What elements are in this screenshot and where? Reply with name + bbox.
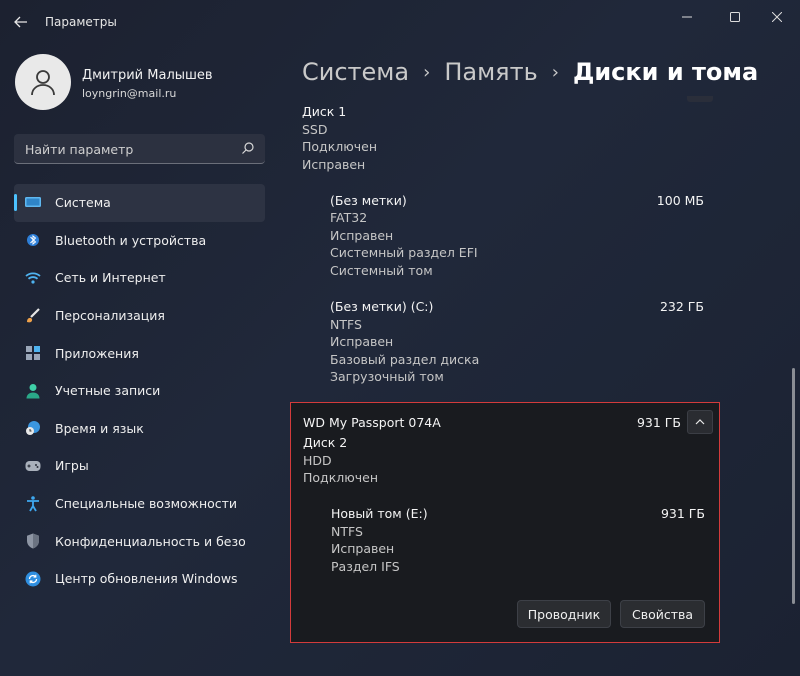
disks-volumes-list: Диск 1 SSD Подключен Исправен (Без метки… bbox=[290, 96, 790, 676]
active-indicator bbox=[14, 194, 17, 211]
disk2-card: WD My Passport 074A 931 ГБ Диск 2 HDD По… bbox=[290, 402, 720, 643]
sidebar-item-accessibility[interactable]: Специальные возможности bbox=[14, 485, 265, 523]
accessibility-icon bbox=[25, 495, 41, 512]
title-bar: Параметры bbox=[0, 0, 800, 44]
sidebar-item-gaming[interactable]: Игры bbox=[14, 447, 265, 485]
sidebar-item-label: Система bbox=[55, 195, 111, 211]
sidebar-item-label: Учетные записи bbox=[55, 383, 161, 399]
volume-filesystem: NTFS bbox=[331, 524, 363, 539]
brush-icon bbox=[25, 307, 41, 324]
close-icon bbox=[772, 12, 782, 22]
bluetooth-icon bbox=[25, 232, 41, 248]
sidebar-item-personalization[interactable]: Персонализация bbox=[14, 297, 265, 335]
sidebar-item-label: Конфиденциальность и безопасность bbox=[55, 533, 245, 549]
sidebar-item-label: Центр обновления Windows bbox=[55, 571, 238, 587]
volume-detail: Базовый раздел диска bbox=[330, 352, 480, 367]
breadcrumb-system[interactable]: Система bbox=[302, 58, 409, 86]
apps-icon bbox=[25, 345, 41, 361]
sidebar-item-system[interactable]: Система bbox=[14, 184, 265, 222]
sidebar-item-label: Персонализация bbox=[55, 308, 165, 324]
volume-label: Новый том (E:) bbox=[331, 506, 428, 521]
globe-clock-icon bbox=[25, 420, 41, 436]
update-icon bbox=[25, 571, 41, 587]
volume-health: Исправен bbox=[331, 541, 395, 556]
search-input[interactable]: Найти параметр bbox=[14, 134, 265, 164]
volume-detail: Загрузочный том bbox=[330, 369, 444, 384]
user-name: Дмитрий Малышев bbox=[82, 68, 213, 83]
disk2-type: HDD bbox=[303, 453, 332, 468]
explorer-button[interactable]: Проводник bbox=[517, 600, 611, 628]
sidebar-item-label: Bluetooth и устройства bbox=[55, 232, 207, 248]
disk1-health: Исправен bbox=[302, 157, 366, 172]
arrow-left-icon bbox=[14, 16, 27, 28]
volume-size: 232 ГБ bbox=[659, 299, 704, 314]
volume-detail: Раздел IFS bbox=[331, 559, 400, 574]
sidebar-item-label: Специальные возможности bbox=[55, 496, 238, 512]
volume-label: (Без метки) (C:) bbox=[330, 299, 434, 314]
properties-button[interactable]: Свойства bbox=[620, 600, 705, 628]
sidebar-item-accounts[interactable]: Учетные записи bbox=[14, 372, 265, 410]
sidebar-item-label: Время и язык bbox=[55, 420, 144, 436]
volume-size: 931 ГБ bbox=[660, 506, 705, 521]
volume-size: 100 МБ bbox=[656, 193, 704, 208]
sidebar-item-label: Приложения bbox=[55, 345, 139, 361]
disk1-name: Диск 1 bbox=[302, 104, 347, 119]
avatar[interactable] bbox=[15, 54, 71, 110]
scrollbar-thumb[interactable] bbox=[792, 368, 795, 604]
close-button[interactable] bbox=[754, 2, 800, 32]
minimize-button[interactable] bbox=[664, 2, 710, 32]
sidebar-item-bluetooth[interactable]: Bluetooth и устройства bbox=[14, 222, 265, 260]
sidebar-item-label: Сеть и Интернет bbox=[55, 270, 166, 286]
disk2-name: Диск 2 bbox=[303, 435, 348, 450]
sidebar-item-apps[interactable]: Приложения bbox=[14, 334, 265, 372]
volume-filesystem: NTFS bbox=[330, 317, 362, 332]
wifi-icon bbox=[25, 270, 41, 286]
person-icon bbox=[31, 70, 55, 96]
person-icon bbox=[25, 383, 41, 399]
breadcrumb: Система › Память › Диски и тома bbox=[302, 55, 758, 89]
breadcrumb-storage[interactable]: Память bbox=[444, 58, 537, 86]
disk2-size: 931 ГБ bbox=[636, 415, 681, 430]
sidebar-item-windows-update[interactable]: Центр обновления Windows bbox=[14, 560, 265, 598]
maximize-icon bbox=[730, 12, 740, 22]
disk1-status: Подключен bbox=[302, 139, 377, 154]
search-icon[interactable] bbox=[241, 141, 255, 155]
volume-health: Исправен bbox=[330, 334, 394, 349]
back-button[interactable] bbox=[8, 10, 34, 34]
disk2-model: WD My Passport 074A bbox=[303, 415, 441, 430]
minimize-icon bbox=[682, 16, 692, 18]
chevron-up-icon bbox=[695, 419, 705, 425]
disk1-type: SSD bbox=[302, 122, 328, 137]
volume-detail: Системный раздел EFI bbox=[330, 245, 478, 260]
disk2-collapse-button[interactable] bbox=[687, 410, 713, 434]
app-title: Параметры bbox=[45, 15, 117, 29]
sidebar-item-privacy[interactable]: Конфиденциальность и безопасность bbox=[14, 522, 265, 560]
display-icon bbox=[25, 195, 41, 211]
volume-label: (Без метки) bbox=[330, 193, 407, 208]
user-email: loyngrin@mail.ru bbox=[82, 87, 177, 100]
chevron-right-icon: › bbox=[551, 61, 559, 83]
search-placeholder: Найти параметр bbox=[25, 142, 134, 157]
sidebar-item-label: Игры bbox=[55, 458, 89, 474]
scrollbar[interactable] bbox=[792, 96, 796, 676]
volume-detail: Системный том bbox=[330, 263, 433, 278]
disk2-status: Подключен bbox=[303, 470, 378, 485]
chevron-right-icon: › bbox=[423, 61, 431, 83]
sidebar-nav: Система Bluetooth и устройства Сеть и Ин… bbox=[14, 184, 265, 598]
page-title: Диски и тома bbox=[572, 58, 759, 86]
shield-icon bbox=[25, 533, 41, 549]
volume-filesystem: FAT32 bbox=[330, 210, 368, 225]
disk1-collapse-button[interactable] bbox=[687, 96, 713, 102]
volume-health: Исправен bbox=[330, 228, 394, 243]
maximize-button[interactable] bbox=[712, 2, 758, 32]
gamepad-icon bbox=[25, 458, 41, 474]
sidebar-item-network[interactable]: Сеть и Интернет bbox=[14, 259, 265, 297]
sidebar-item-time-language[interactable]: Время и язык bbox=[14, 410, 265, 448]
